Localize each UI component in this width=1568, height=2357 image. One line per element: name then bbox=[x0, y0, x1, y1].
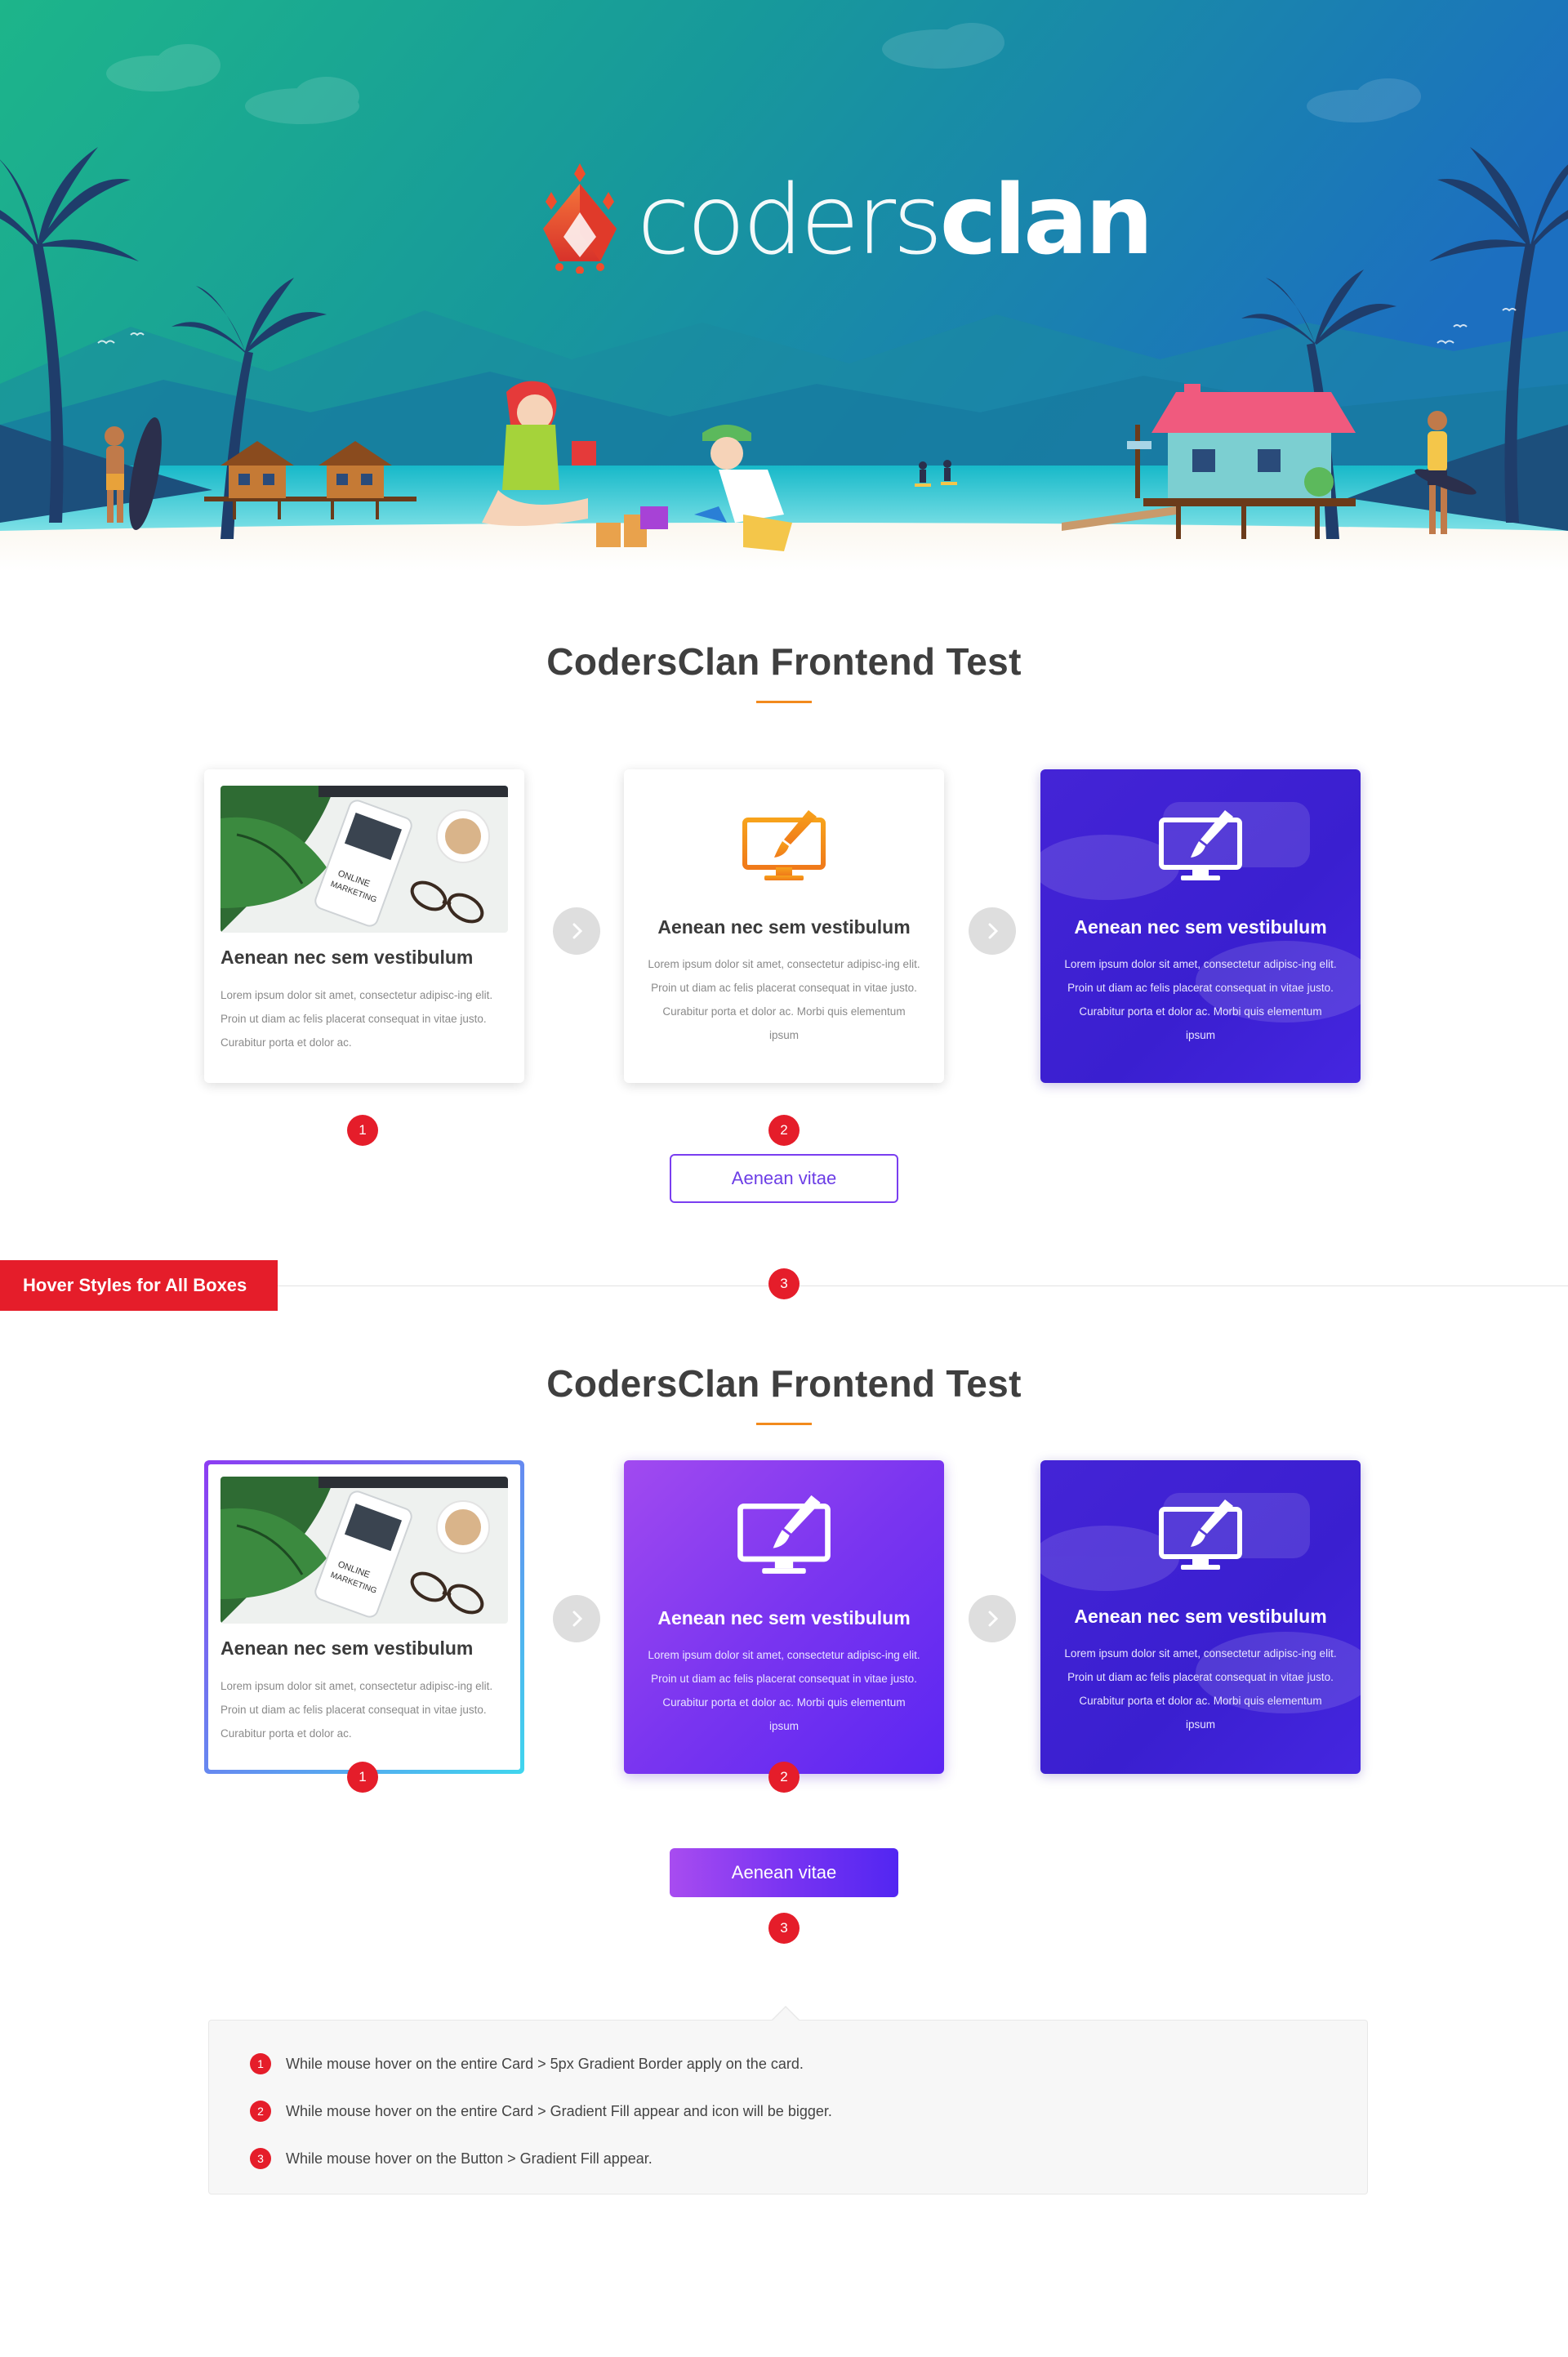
monitor-brush-icon bbox=[742, 809, 826, 888]
card-title: Aenean nec sem vestibulum bbox=[657, 1607, 911, 1629]
note-item: 2 While mouse hover on the entire Card >… bbox=[250, 2101, 832, 2122]
note-badge: 2 bbox=[250, 2101, 271, 2122]
card-photo-hover[interactable]: ONLINE MARKETING Aenean nec sem vestibul… bbox=[204, 1460, 524, 1774]
card-body: Lorem ipsum dolor sit amet, consectetur … bbox=[648, 1649, 920, 1732]
card-inner: ONLINE MARKETING Aenean nec sem vestibul… bbox=[208, 1464, 520, 1770]
section-divider bbox=[278, 1285, 1568, 1286]
logo-wordmark[interactable]: codersclan bbox=[637, 172, 1154, 268]
card-body: Lorem ipsum dolor sit amet, consectetur … bbox=[220, 989, 493, 1049]
hero-banner: codersclan bbox=[0, 0, 1568, 572]
chevron-right-icon[interactable] bbox=[969, 907, 1016, 955]
notes-pointer-fill bbox=[773, 2007, 799, 2021]
step-badge: 2 bbox=[768, 1115, 800, 1146]
title-underline bbox=[756, 701, 812, 703]
card-body: Lorem ipsum dolor sit amet, consectetur … bbox=[1064, 958, 1337, 1041]
card-photo[interactable]: ONLINE MARKETING Aenean nec sem vestibul… bbox=[204, 769, 524, 1083]
card-title: Aenean nec sem vestibulum bbox=[1074, 916, 1327, 938]
step-badge: 3 bbox=[768, 1913, 800, 1944]
note-item: 3 While mouse hover on the Button > Grad… bbox=[250, 2148, 653, 2169]
card-title: Aenean nec sem vestibulum bbox=[220, 1637, 474, 1659]
monitor-brush-icon bbox=[1158, 809, 1243, 888]
note-text: While mouse hover on the entire Card > G… bbox=[286, 2102, 832, 2119]
note-badge: 3 bbox=[250, 2148, 271, 2169]
note-item: 1 While mouse hover on the entire Card >… bbox=[250, 2053, 804, 2074]
card-body: Lorem ipsum dolor sit amet, consectetur … bbox=[1064, 1647, 1337, 1731]
chevron-right-icon[interactable] bbox=[553, 1595, 600, 1642]
note-text: While mouse hover on the Button > Gradie… bbox=[286, 2150, 653, 2167]
title-underline bbox=[756, 1423, 812, 1425]
note-badge: 1 bbox=[250, 2053, 271, 2074]
card-icon-purple[interactable]: Aenean nec sem vestibulum Lorem ipsum do… bbox=[1040, 769, 1361, 1083]
card-title: Aenean nec sem vestibulum bbox=[220, 947, 474, 968]
card-photo-image: ONLINE MARKETING bbox=[220, 786, 508, 933]
card-body: Lorem ipsum dolor sit amet, consectetur … bbox=[648, 958, 920, 1041]
hover-styles-label: Hover Styles for All Boxes bbox=[0, 1260, 278, 1311]
primary-button[interactable]: Aenean vitae bbox=[670, 1154, 898, 1203]
card-icon-white[interactable]: Aenean nec sem vestibulum Lorem ipsum do… bbox=[624, 769, 944, 1083]
notes-panel: 1 While mouse hover on the entire Card >… bbox=[208, 2020, 1368, 2194]
monitor-brush-icon bbox=[737, 1493, 831, 1582]
card-title: Aenean nec sem vestibulum bbox=[1074, 1606, 1327, 1627]
logo-flame-icon bbox=[535, 151, 625, 274]
chevron-right-icon[interactable] bbox=[969, 1595, 1016, 1642]
card-photo-image: ONLINE MARKETING bbox=[220, 1477, 508, 1624]
step-badge: 3 bbox=[768, 1268, 800, 1299]
step-badge: 1 bbox=[347, 1762, 378, 1793]
card-body: Lorem ipsum dolor sit amet, consectetur … bbox=[220, 1680, 493, 1740]
step-badge: 2 bbox=[768, 1762, 800, 1793]
hero-illustration bbox=[0, 0, 1568, 572]
step-badge: 1 bbox=[347, 1115, 378, 1146]
section-title-hover: CodersClan Frontend Test bbox=[546, 1362, 1022, 1405]
card-icon-purple-hover[interactable]: Aenean nec sem vestibulum Lorem ipsum do… bbox=[1040, 1460, 1361, 1774]
monitor-brush-icon bbox=[1158, 1498, 1243, 1577]
logo-thin-text: coders bbox=[637, 163, 943, 276]
note-text: While mouse hover on the entire Card > 5… bbox=[286, 2055, 804, 2072]
chevron-right-icon[interactable] bbox=[553, 907, 600, 955]
logo-bold-text: clan bbox=[939, 163, 1154, 276]
primary-button-hover[interactable]: Aenean vitae bbox=[670, 1848, 898, 1897]
card-title: Aenean nec sem vestibulum bbox=[657, 916, 911, 938]
card-icon-hover[interactable]: Aenean nec sem vestibulum Lorem ipsum do… bbox=[624, 1460, 944, 1774]
section-title-top: CodersClan Frontend Test bbox=[546, 640, 1022, 683]
